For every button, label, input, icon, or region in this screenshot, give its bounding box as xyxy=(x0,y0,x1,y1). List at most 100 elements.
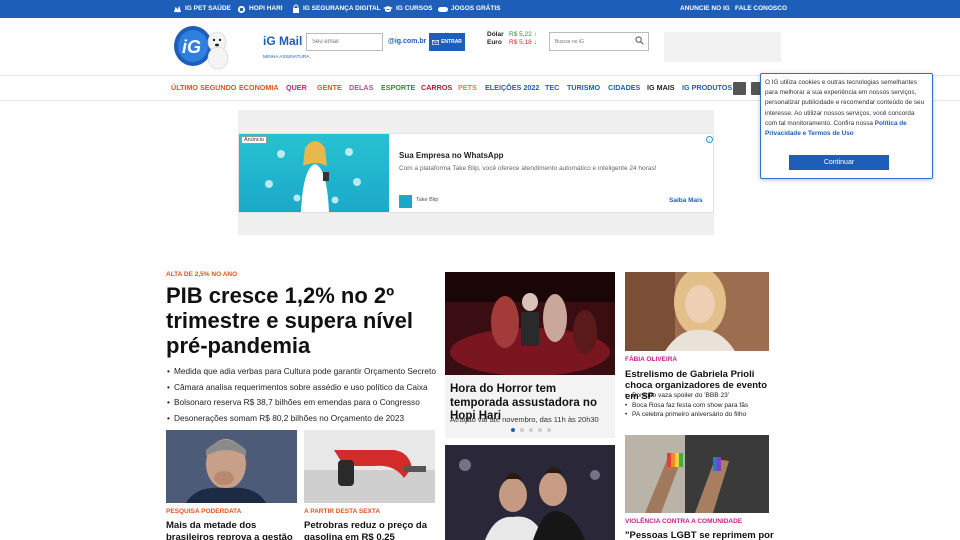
topbar-link-jogos[interactable]: JOGOS GRÁTIS xyxy=(438,0,500,18)
ig-mail-title[interactable]: iG Mail xyxy=(263,34,302,48)
couple-photo-image xyxy=(445,445,615,540)
gamepad-icon xyxy=(438,6,448,12)
related-link[interactable]: Medida que adia verbas para Cultura pode… xyxy=(166,364,436,380)
cookie-consent-dialog: O IG utiliza cookies e outras tecnologia… xyxy=(760,73,933,179)
topbar-link-label: HOPI HARI xyxy=(249,5,283,12)
ad-headline: Sua Empresa no WhatsApp xyxy=(399,151,504,160)
topbar-link-hopi-hari[interactable]: HOPI HARI xyxy=(237,0,283,18)
currency-amount: R$ 5,18 xyxy=(509,39,532,46)
main-headline[interactable]: PIB cresce 1,2% no 2º trimestre e supera… xyxy=(166,283,436,358)
currency-dollar: Dólar R$ 5,22 ↑ xyxy=(487,31,537,38)
mail-login-button[interactable]: ENTRAR xyxy=(429,33,465,51)
related-link[interactable]: Câmara analisa requerimentos sobre asséd… xyxy=(166,380,436,396)
carousel-dot-1[interactable] xyxy=(511,428,515,432)
ad-cta-link[interactable]: Saiba Mais xyxy=(669,197,703,204)
currency-amount: R$ 5,22 xyxy=(509,31,532,38)
carousel-dot-3[interactable] xyxy=(529,428,533,432)
arrow-up-icon: ↑ xyxy=(533,31,537,38)
nav-item-gente[interactable]: GENTE xyxy=(317,83,342,92)
related-link[interactable]: PA celebra primeiro aniversário do filho xyxy=(625,410,770,420)
related-link[interactable]: Desonerações somam R$ 80,2 bilhões no Or… xyxy=(166,411,436,427)
mail-email-input[interactable] xyxy=(306,33,383,51)
ad-label: Anúncio xyxy=(241,136,267,144)
politician-photo xyxy=(166,430,297,503)
cookie-text: O IG utiliza cookies e outras tecnologia… xyxy=(765,78,928,139)
nav-item-eleicoes[interactable]: ELEIÇÕES 2022 xyxy=(485,83,539,92)
related-link[interactable]: Boninho vaza spoiler do 'BBB 23' xyxy=(625,391,770,401)
poll-title[interactable]: Mais da metade dos brasileiros reprova a… xyxy=(166,520,297,540)
currency-value: R$ 5,18 ↓ xyxy=(509,39,537,46)
poll-photo[interactable] xyxy=(166,430,297,503)
topbar-link-cursos[interactable]: IG CURSOS xyxy=(383,0,432,18)
cookie-continue-button[interactable]: Continuar xyxy=(789,155,889,170)
whatsapp-promo-illustration xyxy=(265,141,361,212)
topbar-link-seguranca-digital[interactable]: IG SEGURANÇA DIGITAL xyxy=(292,0,381,18)
mail-domain-label: @ig.com.br xyxy=(388,38,427,45)
site-header xyxy=(0,18,960,75)
topbar-link-anuncie[interactable]: ANUNCIE NO IG xyxy=(680,0,730,18)
related-link[interactable]: Boca Rosa faz festa com show para fãs xyxy=(625,401,770,411)
fuel-photo[interactable] xyxy=(304,430,435,503)
nav-item-pets[interactable]: PETS xyxy=(458,83,477,92)
nav-item-ig-mais[interactable]: IG MAIS xyxy=(647,83,675,92)
svg-text:iG: iG xyxy=(182,37,201,57)
horror-show-photo xyxy=(445,272,615,375)
rainbow-hands-photo xyxy=(625,435,769,513)
arrow-down-icon: ↓ xyxy=(533,39,537,46)
currency-value: R$ 5,22 ↑ xyxy=(509,31,537,38)
nav-item-tec[interactable]: TEC xyxy=(545,83,559,92)
ad-brand-name: Take Blip xyxy=(416,197,439,203)
ig-logo[interactable]: iG xyxy=(172,22,234,70)
ad-card[interactable]: Anúncio i Sua Empresa no WhatsApp Com a … xyxy=(238,133,714,213)
topbar-link-label: IG SEGURANÇA DIGITAL xyxy=(303,5,381,12)
ad-choices-icon[interactable]: i xyxy=(706,136,713,143)
nav-item-ig-produtos[interactable]: IG PRODUTOS xyxy=(682,83,732,92)
carousel-dot-5[interactable] xyxy=(547,428,551,432)
main-kicker: ALTA DE 2,5% NO ANO xyxy=(166,271,238,278)
columnist-photo[interactable] xyxy=(625,272,769,351)
take-blip-logo-icon xyxy=(399,195,412,208)
nav-item-quer[interactable]: QUER xyxy=(286,83,307,92)
fuel-nozzle-photo xyxy=(304,430,435,503)
couple-photo[interactable] xyxy=(445,445,615,540)
topbar-link-label: JOGOS GRÁTIS xyxy=(451,5,501,12)
hero-photo[interactable] xyxy=(445,272,615,375)
nav-item-ultimo-segundo[interactable]: ÚLTIMO SEGUNDO xyxy=(171,83,236,92)
lgbt-title[interactable]: "Pessoas LGBT se reprimem por medo" xyxy=(625,530,775,540)
lgbt-kicker: VIOLÊNCIA CONTRA A COMUNIDADE xyxy=(625,518,743,525)
nav-item-economia[interactable]: ECONOMIA xyxy=(239,83,279,92)
related-link[interactable]: Bolsonaro reserva R$ 38,7 bilhões em eme… xyxy=(166,395,436,411)
hero-subtitle: Atração vai até novembro, das 11h às 20h… xyxy=(450,415,599,424)
nav-item-turismo[interactable]: TURISMO xyxy=(567,83,600,92)
header-ad-slot xyxy=(664,32,781,62)
carousel-dot-2[interactable] xyxy=(520,428,524,432)
pet-icon xyxy=(173,5,182,13)
nav-item-cidades[interactable]: CIDADES xyxy=(608,83,640,92)
fuel-title[interactable]: Petrobras reduz o preço da gasolina em R… xyxy=(304,520,435,540)
search-icon[interactable] xyxy=(635,36,644,45)
carousel-dot-4[interactable] xyxy=(538,428,542,432)
ad-image: Anúncio xyxy=(239,134,389,212)
topbar-link-label: FALE CONOSCO xyxy=(735,5,788,12)
fuel-kicker: A PARTIR DESTA SEXTA xyxy=(304,508,381,515)
site-search-input[interactable] xyxy=(549,32,649,51)
facebook-icon[interactable] xyxy=(733,82,746,95)
currency-name: Dólar xyxy=(487,31,504,38)
columnist-kicker: FÁBIA OLIVEIRA xyxy=(625,356,678,363)
topbar-link-label: ANUNCIE NO IG xyxy=(680,5,730,12)
hopi-hari-icon xyxy=(237,5,246,13)
topbar-link-label: IG CURSOS xyxy=(396,5,433,12)
topbar-link-pet-saude[interactable]: IG PET SAÚDE xyxy=(173,0,231,18)
lock-icon xyxy=(293,4,299,13)
mail-subscription-link[interactable]: MINHA ASSINATURA xyxy=(263,55,310,60)
top-bar: IG PET SAÚDE HOPI HARI IG SEGURANÇA DIGI… xyxy=(0,0,960,18)
envelope-icon xyxy=(432,39,440,45)
woman-portrait-photo xyxy=(625,272,769,351)
nav-item-esporte[interactable]: ESPORTE xyxy=(381,83,415,92)
nav-item-carros[interactable]: CARROS xyxy=(421,83,452,92)
nav-item-delas[interactable]: DELAS xyxy=(349,83,373,92)
ad-description: Com a plataforma Take Blip, você oferece… xyxy=(399,165,657,172)
poll-kicker: PESQUISA PODERDATA xyxy=(166,508,242,515)
topbar-link-fale-conosco[interactable]: FALE CONOSCO xyxy=(735,0,787,18)
lgbt-photo[interactable] xyxy=(625,435,769,513)
